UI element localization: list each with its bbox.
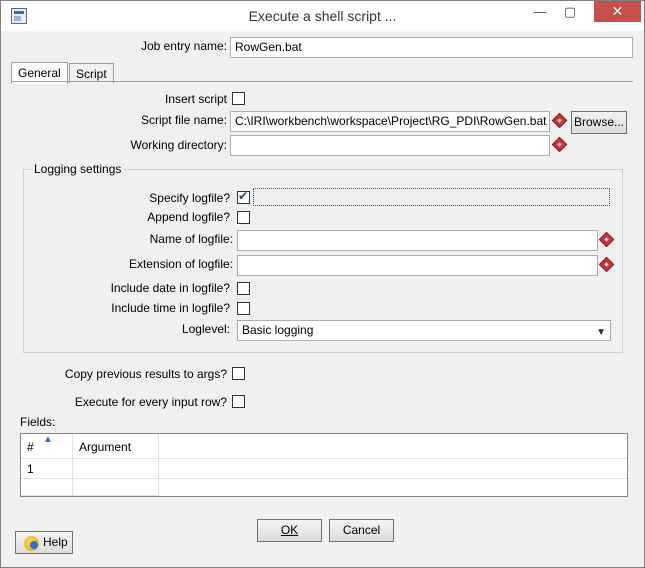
browse-button[interactable]: Browse... [571, 111, 627, 134]
fields-label: Fields: [20, 415, 56, 429]
sort-ascending-icon: ▲ [43, 434, 53, 445]
insert-script-label: Insert script [164, 92, 227, 106]
title-bar: Execute a shell script ... — ▢ ✕ [1, 1, 644, 31]
table-row-argument[interactable] [73, 459, 159, 479]
column-header-argument[interactable]: Argument [73, 434, 159, 459]
help-icon [24, 536, 39, 551]
variable-diamond-icon[interactable] [551, 136, 568, 153]
copy-previous-label: Copy previous results to args? [64, 367, 227, 381]
script-file-name-label: Script file name: [140, 113, 227, 127]
fields-table[interactable]: # ▲ Argument 1 [20, 433, 628, 497]
execute-every-row-checkbox[interactable] [232, 395, 245, 408]
specify-logfile-label: Specify logfile? [149, 191, 230, 205]
extension-of-logfile-input[interactable] [237, 255, 598, 276]
specify-logfile-checkbox[interactable] [237, 189, 250, 204]
table-row-empty [73, 479, 159, 496]
include-time-label: Include time in logfile? [111, 301, 230, 315]
script-file-name-input[interactable]: C:\IRI\workbench\workspace\Project\RG_PD… [230, 111, 550, 132]
table-row-empty [21, 479, 73, 496]
logging-settings-title: Logging settings [31, 162, 125, 176]
extension-of-logfile-label: Extension of logfile: [128, 257, 233, 271]
column-header-num[interactable]: # ▲ [21, 434, 73, 459]
include-date-checkbox[interactable] [237, 282, 250, 295]
tab-divider [11, 81, 633, 82]
column-header-empty [159, 434, 627, 459]
chevron-down-icon[interactable]: ▼ [596, 325, 606, 340]
loglevel-label: Loglevel: [181, 322, 230, 336]
insert-script-checkbox[interactable] [232, 92, 245, 105]
ok-button[interactable]: OK [257, 519, 322, 542]
job-entry-name-label: Job entry name: [140, 39, 227, 53]
dialog-window: Execute a shell script ... — ▢ ✕ Job ent… [0, 0, 645, 568]
focus-rect [253, 188, 610, 206]
copy-previous-checkbox[interactable] [232, 367, 245, 380]
name-of-logfile-label: Name of logfile: [149, 232, 233, 246]
maximize-button[interactable]: ▢ [556, 1, 584, 22]
tab-script[interactable]: Script [69, 63, 114, 83]
working-directory-input[interactable] [230, 135, 550, 156]
append-logfile-label: Append logfile? [147, 210, 230, 224]
loglevel-selected-value: Basic logging [242, 323, 314, 337]
close-button[interactable]: ✕ [594, 1, 641, 22]
name-of-logfile-input[interactable] [237, 230, 598, 251]
execute-every-row-label: Execute for every input row? [74, 395, 227, 409]
table-row-filler [159, 459, 627, 479]
variable-diamond-icon[interactable] [551, 112, 568, 129]
append-logfile-checkbox[interactable] [237, 211, 250, 224]
help-button[interactable]: Help [15, 531, 73, 554]
include-date-label: Include date in logfile? [110, 281, 230, 295]
minimize-button[interactable]: — [526, 1, 554, 22]
job-entry-name-input[interactable]: RowGen.bat [230, 37, 633, 58]
working-directory-label: Working directory: [130, 138, 227, 152]
loglevel-select[interactable]: Basic logging ▼ [237, 320, 611, 341]
include-time-checkbox[interactable] [237, 302, 250, 315]
cancel-button[interactable]: Cancel [329, 519, 394, 542]
table-row-num[interactable]: 1 [21, 459, 73, 479]
